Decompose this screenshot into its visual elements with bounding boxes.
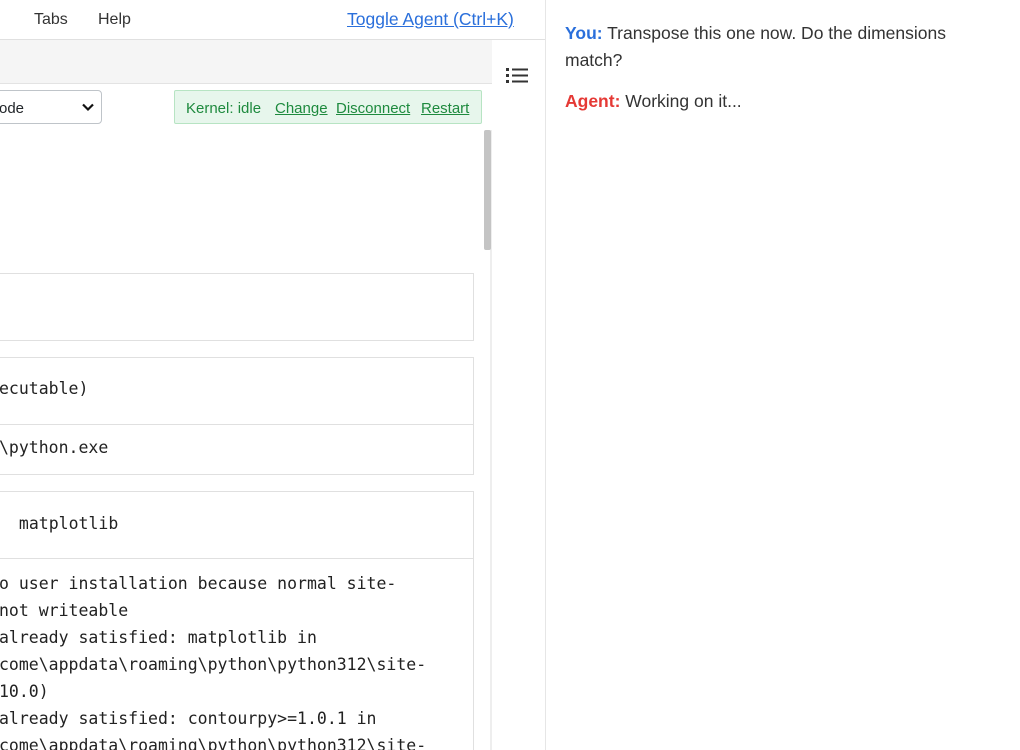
notebook-toolbar — [0, 40, 492, 84]
cell-code[interactable]: ecutable) — [0, 379, 88, 398]
notebook-cell[interactable]: matplotlib o user installation because n… — [0, 491, 474, 750]
kernel-status-bar: Kernel: idle Change Disconnect Restart — [174, 90, 482, 124]
cell-output: \python.exe — [0, 438, 109, 457]
output-line: already satisfied: matplotlib in — [0, 628, 317, 647]
menu-help[interactable]: Help — [98, 11, 131, 29]
notebook-cell[interactable] — [0, 273, 474, 341]
scrollbar-thumb[interactable] — [484, 130, 491, 250]
output-line: come\appdata\roaming\python\python312\si… — [0, 655, 427, 674]
toggle-agent-link[interactable]: Toggle Agent (Ctrl+K) — [347, 9, 514, 30]
user-message: You: Transpose this one now. Do the dime… — [565, 20, 995, 74]
output-line: come\appdata\roaming\python\python312\si… — [0, 736, 427, 750]
chevron-down-icon — [82, 103, 94, 112]
output-line: not writeable — [0, 601, 129, 620]
pane-divider[interactable] — [545, 0, 546, 750]
user-message-text: Transpose this one now. Do the dimension… — [565, 23, 946, 70]
agent-message: Agent: Working on it... — [565, 88, 995, 115]
agent-message-text-fade: on it... — [689, 91, 742, 111]
you-label: You: — [565, 23, 603, 43]
notebook-cell[interactable]: ecutable) \python.exe — [0, 357, 474, 475]
kernel-restart-link[interactable]: Restart — [421, 100, 469, 117]
agent-label: Agent: — [565, 91, 621, 111]
kernel-change-link[interactable]: Change — [275, 100, 328, 117]
menu-bar: Tabs Help Toggle Agent (Ctrl+K) — [0, 0, 545, 40]
kernel-disconnect-link[interactable]: Disconnect — [336, 100, 410, 117]
output-line: o user installation because normal site- — [0, 574, 397, 593]
cell-code[interactable]: matplotlib — [9, 514, 118, 533]
cell-divider — [0, 558, 473, 559]
notebook-area: ecutable) \python.exe matplotlib o user … — [0, 130, 490, 750]
cell-type-select[interactable]: ode — [0, 90, 102, 124]
table-of-contents-icon[interactable] — [503, 64, 531, 86]
kernel-status: Kernel: idle — [186, 100, 262, 117]
menu-tabs[interactable]: Tabs — [34, 11, 68, 29]
cell-type-value: ode — [0, 100, 25, 117]
output-line: already satisfied: contourpy>=1.0.1 in — [0, 709, 377, 728]
output-line: 10.0) — [0, 682, 49, 701]
agent-message-text: Working — [620, 91, 690, 111]
agent-chat: You: Transpose this one now. Do the dime… — [565, 20, 995, 115]
cell-divider — [0, 424, 473, 425]
